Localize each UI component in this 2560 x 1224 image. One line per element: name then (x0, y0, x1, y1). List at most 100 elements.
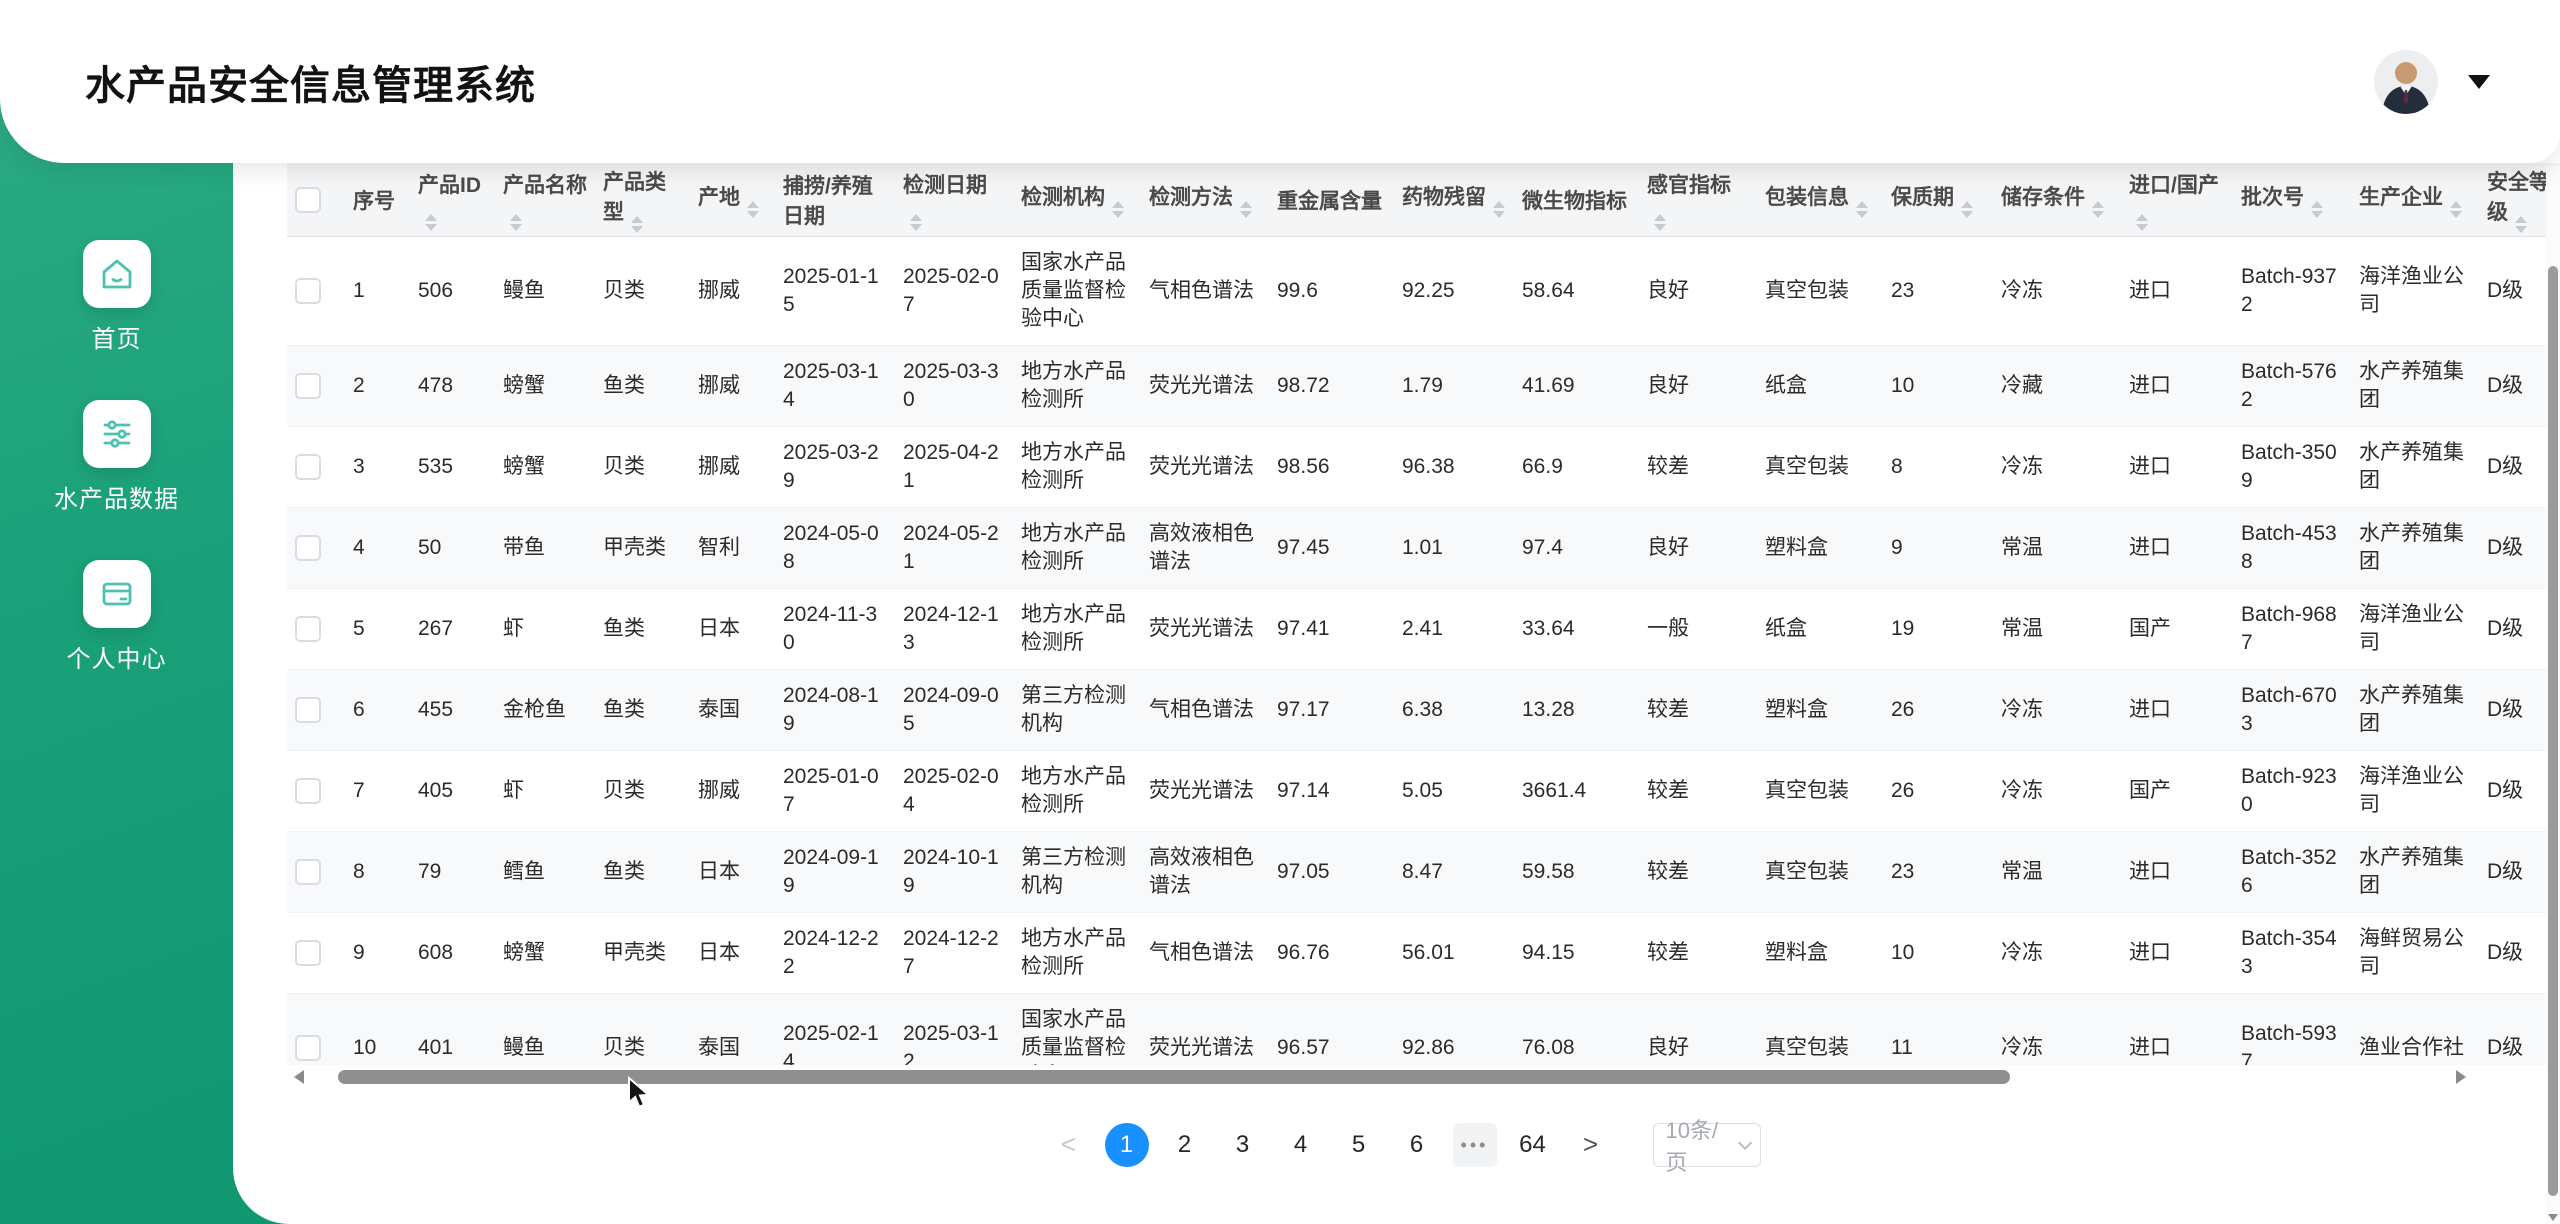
cell-value: 冷冻 (2001, 941, 2043, 964)
pagination-ellipsis[interactable]: ••• (1453, 1123, 1497, 1167)
cell-value: 2024-09-19 (783, 846, 879, 897)
horizontal-scrollbar-thumb[interactable] (338, 1070, 2010, 1084)
horizontal-scrollbar[interactable] (290, 1068, 2470, 1086)
cell-shelf_life: 23 (1883, 832, 1993, 913)
cell-shelf_life: 9 (1883, 508, 1993, 589)
cell-value: 真空包装 (1765, 779, 1849, 802)
cell-value: 92.25 (1402, 279, 1455, 302)
cell-value: 日本 (698, 941, 740, 964)
cell-value: 进口 (2129, 1036, 2171, 1059)
user-menu[interactable] (2374, 50, 2490, 114)
cell-value: 较差 (1647, 698, 1689, 721)
next-page-button[interactable]: > (1569, 1123, 1613, 1167)
cell-value: 地方水产品检测所 (1021, 360, 1126, 411)
page-button-64[interactable]: 64 (1511, 1123, 1555, 1167)
column-header-harvest_date: 捕捞/养殖日期 (775, 163, 895, 237)
product-table-wrapper[interactable]: 序号产品ID产品名称产品类型产地捕捞/养殖日期检测日期检测机构检测方法重金属含量… (287, 163, 2560, 1065)
cell-heavy_metal: 96.57 (1269, 994, 1394, 1066)
row-checkbox[interactable] (295, 616, 321, 642)
row-checkbox[interactable] (295, 778, 321, 804)
cell-drug_residue: 96.38 (1394, 427, 1514, 508)
cell-value: 58.64 (1522, 279, 1575, 302)
page-button-6[interactable]: 6 (1395, 1123, 1439, 1167)
sidebar-item-profile[interactable]: 个人中心 (67, 560, 167, 674)
cell-test_agency: 国家水产品质量监督检验中心 (1013, 237, 1141, 346)
page-size-select[interactable]: 10条/页 (1653, 1123, 1761, 1167)
sidebar-item-home[interactable]: 首页 (83, 240, 151, 354)
cell-product_type: 鱼类 (595, 589, 690, 670)
column-header-storage[interactable]: 储存条件 (1993, 163, 2121, 237)
cell-value: 良好 (1647, 279, 1689, 302)
column-header-shelf_life[interactable]: 保质期 (1883, 163, 1993, 237)
cell-value: 常温 (2001, 617, 2043, 640)
cell-value: 虾 (503, 617, 524, 640)
page-button-5[interactable]: 5 (1337, 1123, 1381, 1167)
cell-heavy_metal: 97.17 (1269, 670, 1394, 751)
row-checkbox[interactable] (295, 373, 321, 399)
column-header-test_method[interactable]: 检测方法 (1141, 163, 1269, 237)
sort-caret-icon (1654, 214, 1666, 231)
product-table: 序号产品ID产品名称产品类型产地捕捞/养殖日期检测日期检测机构检测方法重金属含量… (287, 163, 2560, 1065)
row-checkbox[interactable] (295, 278, 321, 304)
cell-heavy_metal: 99.6 (1269, 237, 1394, 346)
vertical-scrollbar[interactable] (2546, 166, 2560, 1224)
cell-storage: 冷藏 (1993, 346, 2121, 427)
column-header-product_name[interactable]: 产品名称 (495, 163, 595, 237)
select-all-checkbox[interactable] (295, 187, 321, 213)
cell-test_method: 荧光光谱法 (1141, 589, 1269, 670)
table-row: 5267虾鱼类日本2024-11-302024-12-13地方水产品检测所荧光光… (287, 589, 2560, 670)
cell-value: 气相色谱法 (1149, 279, 1254, 302)
sort-caret-icon (2092, 201, 2104, 218)
cell-test_date: 2025-03-30 (895, 346, 1013, 427)
column-header-packaging[interactable]: 包装信息 (1757, 163, 1883, 237)
cell-sensory: 良好 (1639, 237, 1757, 346)
cell-origin: 日本 (690, 913, 775, 994)
cell-value: 鳗鱼 (503, 279, 545, 302)
row-checkbox[interactable] (295, 454, 321, 480)
page-button-3[interactable]: 3 (1221, 1123, 1265, 1167)
column-header-product_type[interactable]: 产品类型 (595, 163, 690, 237)
page-button-4[interactable]: 4 (1279, 1123, 1323, 1167)
vertical-scrollbar-thumb[interactable] (2548, 266, 2558, 1196)
column-header-sensory[interactable]: 感官指标 (1639, 163, 1757, 237)
chevron-down-icon (2468, 75, 2490, 89)
row-checkbox[interactable] (295, 859, 321, 885)
page-button-2[interactable]: 2 (1163, 1123, 1207, 1167)
cell-value: 荧光光谱法 (1149, 617, 1254, 640)
cell-shelf_life: 23 (1883, 237, 1993, 346)
column-header-batch_no[interactable]: 批次号 (2233, 163, 2351, 237)
column-header-heavy_metal: 重金属含量 (1269, 163, 1394, 237)
cell-value: 23 (1891, 279, 1914, 302)
scroll-right-arrow-icon[interactable] (2456, 1070, 2466, 1084)
cell-value: 13.28 (1522, 698, 1575, 721)
top-header: 水产品安全信息管理系统 (0, 0, 2560, 163)
sidebar-item-aquatic-data[interactable]: 水产品数据 (54, 400, 179, 514)
cell-harvest_date: 2024-11-30 (775, 589, 895, 670)
cell-sensory: 较差 (1639, 751, 1757, 832)
scroll-down-arrow-icon[interactable] (2548, 1214, 2558, 1221)
cell-shelf_life: 10 (1883, 913, 1993, 994)
cell-index: 2 (345, 346, 410, 427)
cell-value: 2025-03-29 (783, 441, 879, 492)
column-header-drug_residue[interactable]: 药物残留 (1394, 163, 1514, 237)
column-header-origin[interactable]: 产地 (690, 163, 775, 237)
column-label: 感官指标 (1647, 174, 1731, 197)
column-header-import_domestic[interactable]: 进口/国产 (2121, 163, 2233, 237)
column-header-product_id[interactable]: 产品ID (410, 163, 495, 237)
prev-page-button[interactable]: < (1047, 1123, 1091, 1167)
row-checkbox[interactable] (295, 697, 321, 723)
row-checkbox[interactable] (295, 940, 321, 966)
column-header-test_agency[interactable]: 检测机构 (1013, 163, 1141, 237)
column-header-producer[interactable]: 生产企业 (2351, 163, 2479, 237)
page-button-1[interactable]: 1 (1105, 1123, 1149, 1167)
cell-select (287, 832, 345, 913)
cell-value: 较差 (1647, 941, 1689, 964)
row-checkbox[interactable] (295, 535, 321, 561)
column-header-test_date[interactable]: 检测日期 (895, 163, 1013, 237)
row-checkbox[interactable] (295, 1035, 321, 1061)
cell-value: 纸盒 (1765, 374, 1807, 397)
scroll-left-arrow-icon[interactable] (294, 1070, 304, 1084)
cell-microbe: 41.69 (1514, 346, 1639, 427)
cell-value: Batch-5937 (2241, 1022, 2337, 1065)
cell-value: 96.76 (1277, 941, 1330, 964)
